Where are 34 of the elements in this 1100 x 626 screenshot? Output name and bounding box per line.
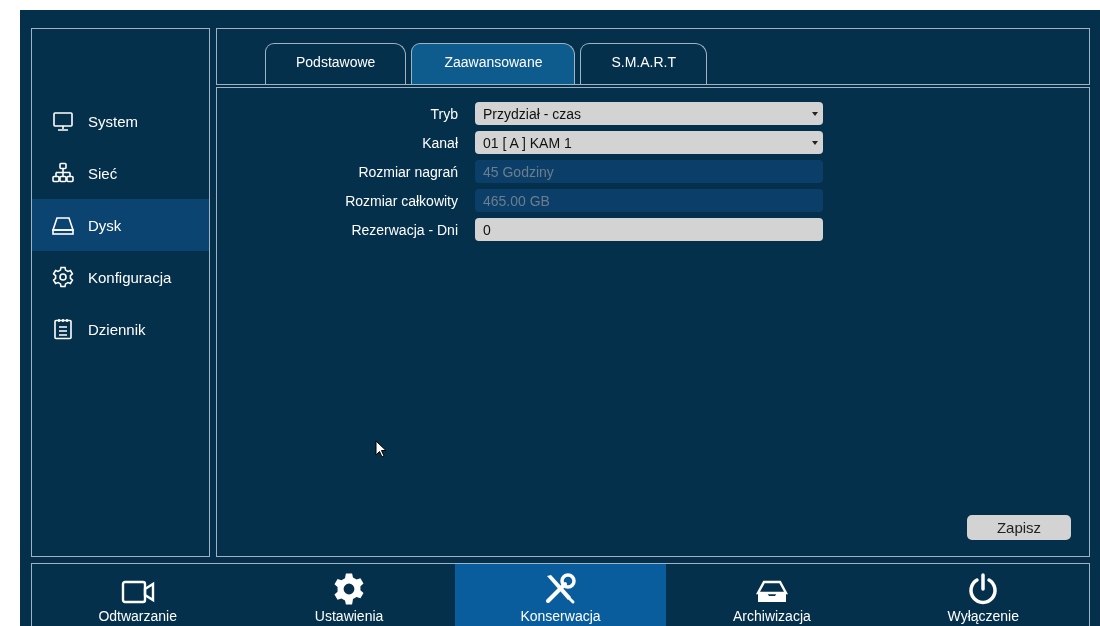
video-camera-icon (120, 578, 155, 606)
field-label: Rozmiar nagrań (357, 163, 458, 180)
disk-drive-icon (52, 214, 74, 236)
tab[interactable]: S.M.A.R.T (580, 43, 707, 84)
dropdown[interactable]: 01 [ A ] KAM 1 (475, 131, 823, 154)
nav-item[interactable]: Archiwizacja (666, 564, 878, 626)
nav-item[interactable]: Wyłączenie (877, 564, 1089, 626)
field-label: Tryb (429, 105, 458, 122)
sidebar-item[interactable]: Dziennik (32, 303, 209, 355)
sidebar-item[interactable]: Dysk (32, 199, 209, 251)
field-label: Kanał (421, 134, 458, 151)
monitor-icon (52, 110, 74, 132)
field-label: Rozmiar całkowity (344, 192, 458, 209)
input-field: 45 Godziny (475, 160, 823, 183)
sidebar-item[interactable]: System (32, 95, 209, 147)
gear-icon (52, 266, 74, 288)
nav-item[interactable]: Ustawienia (243, 564, 455, 626)
dropdown[interactable]: Przydział - czas (475, 102, 823, 125)
network-icon (52, 162, 74, 184)
caret-icon (812, 141, 818, 145)
tab[interactable]: Podstawowe (265, 43, 407, 84)
save-button[interactable]: Zapisz (967, 515, 1071, 540)
nav-item[interactable]: Odtwarzanie (32, 564, 244, 626)
wrench-screwdriver-icon (543, 572, 578, 606)
nav-item[interactable]: Konserwacja (454, 564, 667, 626)
tab[interactable]: Zaawansowane (411, 43, 576, 84)
caret-icon (812, 112, 818, 116)
input-field[interactable]: 0 (475, 218, 823, 241)
field-label: Rezerwacja - Dni (350, 221, 458, 238)
input-field: 465.00 GB (475, 189, 823, 212)
sidebar-item[interactable]: Sieć (32, 147, 209, 199)
sidebar-item[interactable]: Konfiguracja (32, 251, 209, 303)
notepad-icon (52, 318, 74, 340)
mouse-cursor-icon (375, 440, 387, 458)
